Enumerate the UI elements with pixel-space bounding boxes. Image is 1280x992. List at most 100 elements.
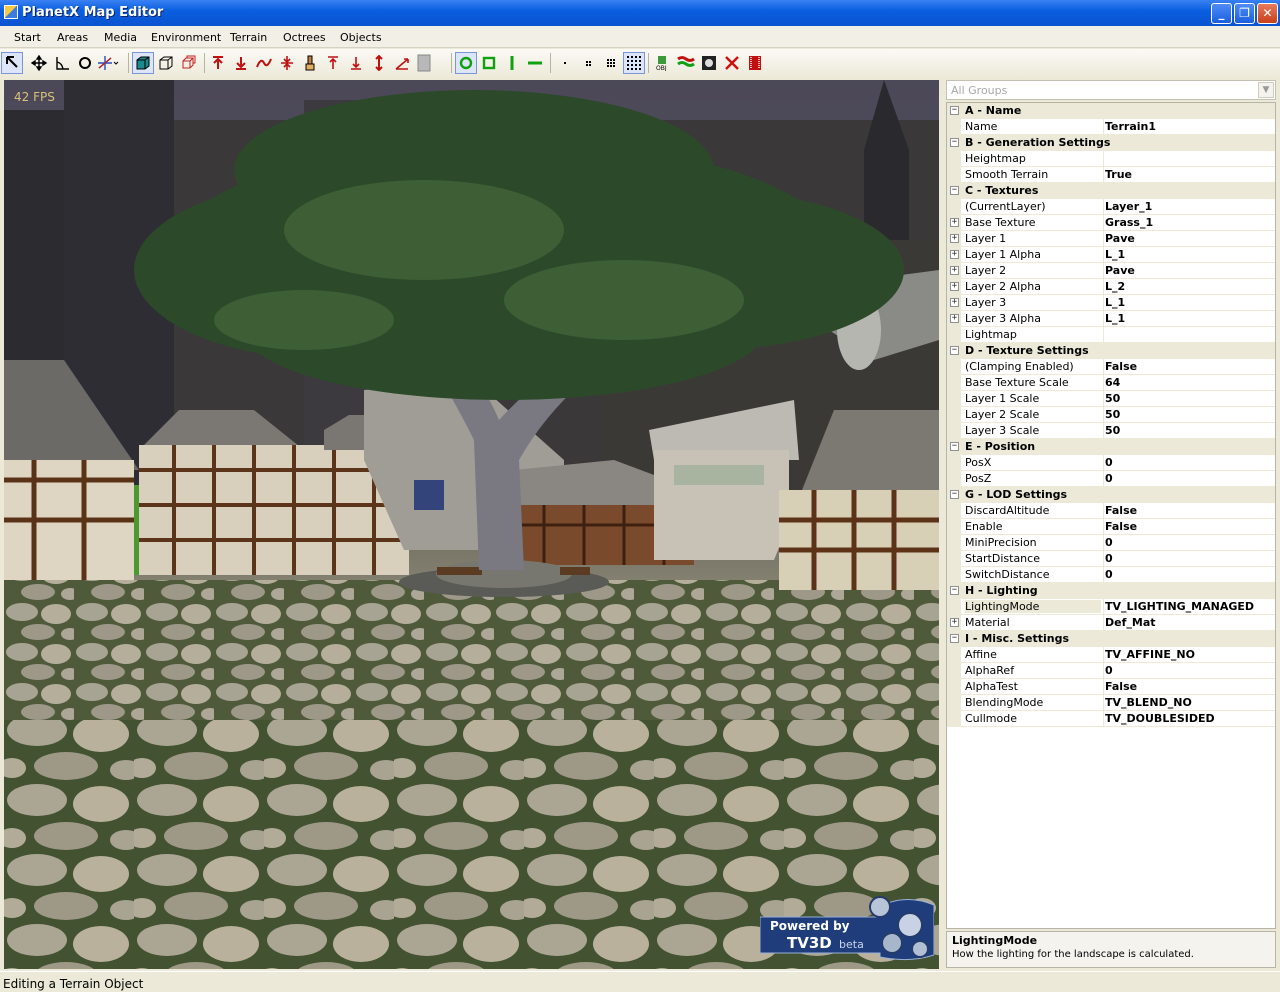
move-icon[interactable] xyxy=(28,52,50,74)
property-row[interactable]: + Layer 1 Alpha L_1 xyxy=(947,247,1275,263)
property-value[interactable]: L_1 xyxy=(1105,312,1125,325)
height-icon[interactable] xyxy=(368,52,390,74)
property-row[interactable]: PosX 0 xyxy=(947,455,1275,471)
collapse-icon[interactable]: − xyxy=(950,634,959,643)
axes-icon[interactable] xyxy=(97,52,119,74)
3d-viewport[interactable]: 42 FPS Powered by TV3D beta xyxy=(4,80,939,969)
property-value[interactable]: True xyxy=(1105,168,1132,181)
chevron-down-icon[interactable]: ▼ xyxy=(1258,82,1274,98)
property-value[interactable]: 0 xyxy=(1105,536,1113,549)
collapse-icon[interactable]: − xyxy=(950,586,959,595)
brush-size-4-icon[interactable] xyxy=(623,52,645,74)
collapse-icon[interactable]: − xyxy=(950,138,959,147)
property-value[interactable]: 50 xyxy=(1105,392,1120,405)
property-value[interactable]: TV_LIGHTING_MANAGED xyxy=(1105,600,1254,613)
property-value[interactable]: TV_BLEND_NO xyxy=(1105,696,1192,709)
menu-areas[interactable]: Areas xyxy=(57,31,88,44)
minimize-button[interactable]: _ xyxy=(1211,3,1232,24)
property-row[interactable]: Cullmode TV_DOUBLESIDED xyxy=(947,711,1275,727)
property-row[interactable]: + Base Texture Grass_1 xyxy=(947,215,1275,231)
raise-single-icon[interactable] xyxy=(322,52,344,74)
title-bar[interactable]: PlanetX Map Editor _ ❐ ✕ xyxy=(0,0,1280,26)
property-row[interactable]: Layer 3 Scale 50 xyxy=(947,423,1275,439)
property-row[interactable]: + Material Def_Mat xyxy=(947,615,1275,631)
property-value[interactable]: L_1 xyxy=(1105,248,1125,261)
property-value[interactable]: False xyxy=(1105,520,1137,533)
property-row[interactable]: Name Terrain1 xyxy=(947,119,1275,135)
property-row[interactable]: LightingMode TV_LIGHTING_MANAGED xyxy=(947,599,1275,615)
property-row[interactable]: + Layer 2 Alpha L_2 xyxy=(947,279,1275,295)
category-row[interactable]: − E - Position xyxy=(947,439,1275,455)
property-row[interactable]: Heightmap xyxy=(947,151,1275,167)
raise-icon[interactable] xyxy=(207,52,229,74)
vertical-line-icon[interactable] xyxy=(501,52,523,74)
maximize-button[interactable]: ❐ xyxy=(1234,3,1255,24)
property-value[interactable]: False xyxy=(1105,360,1137,373)
property-row[interactable]: + Layer 3 Alpha L_1 xyxy=(947,311,1275,327)
property-row[interactable]: SwitchDistance 0 xyxy=(947,567,1275,583)
property-value[interactable]: Layer_1 xyxy=(1105,200,1152,213)
category-row[interactable]: − B - Generation Settings xyxy=(947,135,1275,151)
property-value[interactable]: L_1 xyxy=(1105,296,1125,309)
cube-wire-icon[interactable] xyxy=(155,52,177,74)
layers-icon[interactable] xyxy=(416,52,438,74)
property-row[interactable]: Layer 2 Scale 50 xyxy=(947,407,1275,423)
property-value[interactable]: Def_Mat xyxy=(1105,616,1156,629)
property-row[interactable]: Affine TV_AFFINE_NO xyxy=(947,647,1275,663)
slope-icon[interactable] xyxy=(391,52,413,74)
brush-size-1-icon[interactable] xyxy=(554,52,576,74)
property-row[interactable]: StartDistance 0 xyxy=(947,551,1275,567)
property-value[interactable]: 0 xyxy=(1105,472,1113,485)
expand-icon[interactable]: + xyxy=(950,234,959,243)
brush-size-3-icon[interactable] xyxy=(600,52,622,74)
property-row[interactable]: (CurrentLayer) Layer_1 xyxy=(947,199,1275,215)
category-row[interactable]: − D - Texture Settings xyxy=(947,343,1275,359)
property-row[interactable]: Enable False xyxy=(947,519,1275,535)
film-icon[interactable] xyxy=(744,52,766,74)
property-row[interactable]: Smooth Terrain True xyxy=(947,167,1275,183)
property-row[interactable]: PosZ 0 xyxy=(947,471,1275,487)
property-value[interactable]: 0 xyxy=(1105,568,1113,581)
property-row[interactable]: AlphaTest False xyxy=(947,679,1275,695)
lower-icon[interactable] xyxy=(230,52,252,74)
property-row[interactable]: MiniPrecision 0 xyxy=(947,535,1275,551)
collapse-icon[interactable]: − xyxy=(950,106,959,115)
cube-copy-icon[interactable] xyxy=(178,52,200,74)
menu-environment[interactable]: Environment xyxy=(151,31,221,44)
angle-icon[interactable] xyxy=(51,52,73,74)
preview-icon[interactable] xyxy=(698,52,720,74)
property-value[interactable]: TV_AFFINE_NO xyxy=(1105,648,1195,661)
collapse-icon[interactable]: − xyxy=(950,346,959,355)
brush-size-2-icon[interactable] xyxy=(577,52,599,74)
expand-icon[interactable]: + xyxy=(950,314,959,323)
category-row[interactable]: − G - LOD Settings xyxy=(947,487,1275,503)
menu-terrain[interactable]: Terrain xyxy=(230,31,267,44)
property-value[interactable]: 64 xyxy=(1105,376,1120,389)
horizontal-line-icon[interactable] xyxy=(524,52,546,74)
close-button[interactable]: ✕ xyxy=(1257,3,1278,24)
property-value[interactable]: False xyxy=(1105,504,1137,517)
property-row[interactable]: + Layer 1 Pave xyxy=(947,231,1275,247)
property-row[interactable]: Base Texture Scale 64 xyxy=(947,375,1275,391)
rotate-icon[interactable] xyxy=(74,52,96,74)
expand-icon[interactable]: + xyxy=(950,266,959,275)
property-value[interactable]: 0 xyxy=(1105,552,1113,565)
circle-brush-icon[interactable] xyxy=(455,52,477,74)
property-row[interactable]: AlphaRef 0 xyxy=(947,663,1275,679)
expand-icon[interactable]: + xyxy=(950,282,959,291)
property-value[interactable]: Pave xyxy=(1105,232,1135,245)
category-row[interactable]: − H - Lighting xyxy=(947,583,1275,599)
property-value[interactable]: Pave xyxy=(1105,264,1135,277)
property-value[interactable]: Grass_1 xyxy=(1105,216,1153,229)
menu-start[interactable]: Start xyxy=(14,31,41,44)
property-row[interactable]: + Layer 3 L_1 xyxy=(947,295,1275,311)
property-row[interactable]: + Layer 2 Pave xyxy=(947,263,1275,279)
property-row[interactable]: DiscardAltitude False xyxy=(947,503,1275,519)
property-value[interactable]: 50 xyxy=(1105,408,1120,421)
expand-icon[interactable]: + xyxy=(950,618,959,627)
menu-objects[interactable]: Objects xyxy=(340,31,382,44)
property-row[interactable]: (Clamping Enabled) False xyxy=(947,359,1275,375)
property-row[interactable]: Layer 1 Scale 50 xyxy=(947,391,1275,407)
smooth-icon[interactable] xyxy=(253,52,275,74)
property-value[interactable]: Terrain1 xyxy=(1105,120,1156,133)
